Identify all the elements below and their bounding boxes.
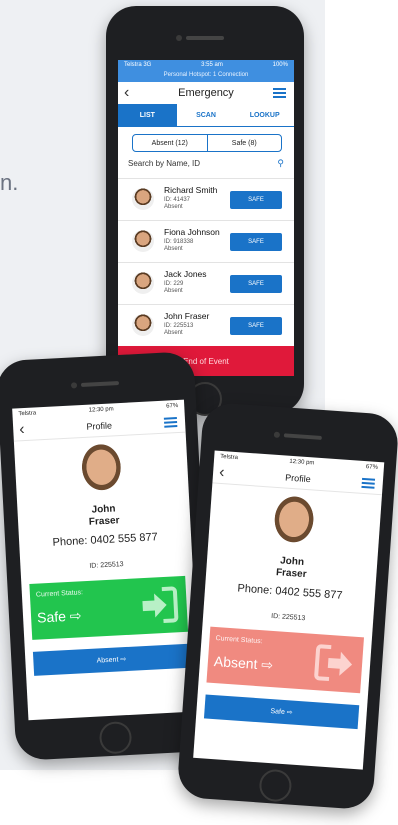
time-label: 12:30 pm: [289, 458, 315, 467]
safe-button[interactable]: SAFE: [230, 317, 282, 335]
home-button: [258, 768, 293, 803]
list-item[interactable]: John Fraser ID: 225513 Absent SAFE: [118, 304, 294, 347]
tab-scan[interactable]: SCAN: [176, 104, 236, 127]
profile-id: ID: 225513: [270, 612, 306, 623]
front-camera: [70, 382, 78, 389]
front-camera: [273, 431, 281, 439]
avatar: [132, 230, 154, 252]
page-title: Profile: [284, 472, 311, 485]
speaker-grille: [283, 433, 322, 440]
person-name: Fiona Johnson: [164, 227, 220, 237]
list-item[interactable]: Richard Smith ID: 41437 Absent SAFE: [118, 178, 294, 221]
safe-button[interactable]: SAFE: [230, 233, 282, 251]
person-id: ID: 225513: [164, 323, 194, 329]
profile-name: John Fraser: [17, 500, 190, 533]
tab-lookup[interactable]: LOOKUP: [235, 104, 294, 127]
person-status: Absent: [164, 288, 183, 294]
sign-out-icon: ⇨: [260, 656, 274, 674]
person-status: Absent: [164, 204, 183, 210]
home-button: [98, 720, 133, 755]
person-id: ID: 229: [164, 281, 184, 287]
carrier-label: Telstra 3G: [124, 62, 152, 68]
main-screen: Telstra 3G 3:55 am 100% Personal Hotspot…: [118, 60, 294, 376]
avatar: [132, 188, 154, 210]
segment-absent[interactable]: Absent (12): [133, 135, 207, 151]
current-status-panel: Current Status: Safe ⇨: [29, 575, 189, 640]
back-chevron-icon[interactable]: ‹: [124, 84, 129, 102]
person-status: Absent: [164, 330, 183, 336]
safe-button[interactable]: SAFE: [230, 191, 282, 209]
status-value: Safe ⇨: [36, 607, 82, 626]
person-name: John Fraser: [164, 311, 210, 321]
back-chevron-icon[interactable]: ‹: [218, 464, 226, 482]
status-label: Current Status:: [35, 589, 84, 599]
right-screen: Telstra 12:30 pm 67% ‹ Profile John Fras…: [193, 450, 385, 770]
status-label: Current Status:: [215, 635, 263, 646]
carrier-label: Telstra: [220, 453, 239, 462]
sign-in-icon: ⇨: [286, 709, 293, 717]
status-bar: Telstra 3G 3:55 am 100% Personal Hotspot…: [118, 60, 294, 82]
absent-safe-segmented-control: Absent (12) Safe (8): [132, 134, 282, 152]
search-icon[interactable]: ⚲: [277, 158, 284, 169]
search-bar[interactable]: Search by Name, ID ⚲: [128, 156, 284, 170]
speaker-grille: [186, 36, 224, 40]
person-status: Absent: [164, 246, 183, 252]
background-text-fragment: n.: [0, 170, 19, 195]
person-id: ID: 918338: [164, 239, 194, 245]
list-item[interactable]: Fiona Johnson ID: 918338 Absent SAFE: [118, 220, 294, 263]
menu-icon[interactable]: [163, 415, 178, 430]
avatar: [132, 272, 154, 294]
tab-list[interactable]: LIST: [118, 104, 177, 127]
absent-button[interactable]: Absent ⇨: [32, 643, 190, 676]
sign-in-icon: ⇨: [69, 607, 82, 624]
carrier-label: Telstra: [18, 410, 37, 418]
time-label: 12:30 pm: [88, 406, 114, 414]
left-screen: Telstra 12:30 pm 67% ‹ Profile John Fras…: [12, 399, 201, 721]
sign-out-large-icon: [313, 642, 356, 685]
status-value: Absent ⇨: [213, 652, 274, 674]
time-label: 3:55 am: [201, 62, 223, 68]
avatar: [132, 314, 154, 336]
person-name: Richard Smith: [164, 185, 218, 195]
profile-name: John Fraser: [206, 550, 377, 586]
menu-icon[interactable]: [361, 476, 376, 491]
profile-photo: [265, 492, 322, 552]
main-phone: Telstra 3G 3:55 am 100% Personal Hotspot…: [106, 6, 304, 416]
page-title: Emergency: [178, 87, 234, 99]
segment-safe[interactable]: Safe (8): [206, 135, 282, 151]
profile-photo: [74, 440, 129, 500]
battery-label: 67%: [365, 464, 379, 471]
sign-in-large-icon: [138, 584, 180, 626]
safe-button[interactable]: SAFE: [230, 275, 282, 293]
current-status-panel: Current Status: Absent ⇨: [206, 626, 364, 694]
search-input[interactable]: Search by Name, ID: [128, 159, 200, 168]
phone-number[interactable]: Phone: 0402 555 877: [19, 529, 191, 550]
safe-button[interactable]: Safe ⇨: [203, 694, 360, 730]
menu-icon[interactable]: [273, 86, 286, 100]
battery-label: 67%: [166, 402, 179, 410]
person-name: Jack Jones: [164, 269, 207, 279]
page-title: Profile: [86, 420, 113, 432]
sign-out-icon: ⇨: [120, 656, 127, 664]
profile-id: ID: 225513: [89, 561, 124, 570]
person-id: ID: 41437: [164, 197, 191, 203]
back-chevron-icon[interactable]: ‹: [19, 421, 25, 439]
list-item[interactable]: Jack Jones ID: 229 Absent SAFE: [118, 262, 294, 305]
front-camera: [176, 35, 182, 41]
nav-bar: ‹ Emergency: [118, 82, 294, 104]
right-phone: Telstra 12:30 pm 67% ‹ Profile John Fras…: [176, 401, 398, 811]
hotspot-banner[interactable]: Personal Hotspot: 1 Connection: [118, 72, 294, 78]
speaker-grille: [80, 381, 120, 388]
battery-label: 100%: [272, 62, 288, 68]
